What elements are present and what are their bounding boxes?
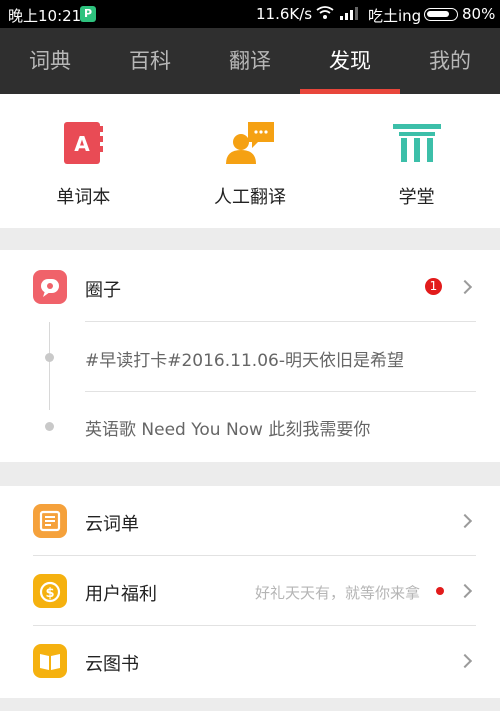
svg-text:$: $ <box>45 586 54 601</box>
status-time: 晚上10:21 <box>8 7 82 25</box>
human-translate-icon <box>226 122 274 164</box>
chevron-right-icon <box>457 513 473 529</box>
wifi-icon <box>316 6 334 19</box>
tools-panel: A 单词本 人工翻译 学堂 <box>0 94 500 228</box>
circle-post-title: 英语歌 Need You Now 此刻我需要你 <box>85 420 371 440</box>
cloud-book-icon <box>33 644 67 678</box>
school-icon <box>392 124 441 162</box>
tab-translate[interactable]: 翻译 <box>200 28 300 94</box>
tool-human-translate[interactable]: 人工翻译 <box>167 94 334 228</box>
chevron-right-icon <box>457 583 473 599</box>
chevron-right-icon <box>457 653 473 669</box>
circle-title: 圈子 <box>85 280 121 301</box>
user-benefit-icon: $ <box>33 574 67 608</box>
circle-post-row[interactable]: 英语歌 Need You Now 此刻我需要你 <box>0 392 500 460</box>
top-tab-bar: 词典 百科 翻译 发现 我的 <box>0 28 500 94</box>
notification-badge: 1 <box>425 278 442 295</box>
signal-icon <box>340 7 358 20</box>
circle-post-title: #早读打卡#2016.11.06-明天依旧是希望 <box>85 351 404 371</box>
benefit-hint-text: 好礼天天有，就等你来拿 <box>254 584 420 602</box>
tool-label: 人工翻译 <box>214 187 286 208</box>
tool-school[interactable]: 学堂 <box>333 94 500 228</box>
timeline-dot-icon <box>45 422 54 431</box>
circle-row[interactable]: 圈子 1 <box>0 252 500 322</box>
tool-label: 学堂 <box>398 187 435 208</box>
tab-dictionary[interactable]: 词典 <box>0 28 100 94</box>
tool-wordbook[interactable]: A 单词本 <box>0 94 167 228</box>
timeline-dot-icon <box>45 353 54 362</box>
new-dot-icon <box>436 587 444 595</box>
cloud-wordlist-icon <box>33 504 67 538</box>
tab-discover[interactable]: 发现 <box>300 28 400 94</box>
svg-text:A: A <box>75 132 91 156</box>
circle-post-row[interactable]: #早读打卡#2016.11.06-明天依旧是希望 <box>0 322 500 392</box>
menu-item-label: 云词单 <box>85 514 139 535</box>
menu-item-cloud-book[interactable]: 云图书 <box>0 626 500 696</box>
battery-icon <box>424 8 458 21</box>
menu-item-user-benefit[interactable]: $ 用户福利 好礼天天有，就等你来拿 <box>0 556 500 626</box>
circle-icon <box>33 270 67 304</box>
menu-item-cloud-wordlist[interactable]: 云词单 <box>0 486 500 556</box>
app-notification-icon: P <box>80 6 96 22</box>
network-speed: 11.6K/s <box>256 5 313 23</box>
status-bar: 晚上10:21 P 11.6K/s 吃土ing 80% <box>0 0 500 28</box>
wordbook-icon: A <box>64 122 104 164</box>
menu-item-label: 用户福利 <box>85 584 157 605</box>
menu-item-label: 云图书 <box>85 654 139 675</box>
tool-label: 单词本 <box>56 187 111 208</box>
tab-encyclopedia[interactable]: 百科 <box>100 28 200 94</box>
carrier-name: 吃土ing <box>368 7 422 25</box>
tab-mine[interactable]: 我的 <box>400 28 500 94</box>
battery-percent: 80% <box>462 5 496 23</box>
chevron-right-icon <box>457 279 473 295</box>
